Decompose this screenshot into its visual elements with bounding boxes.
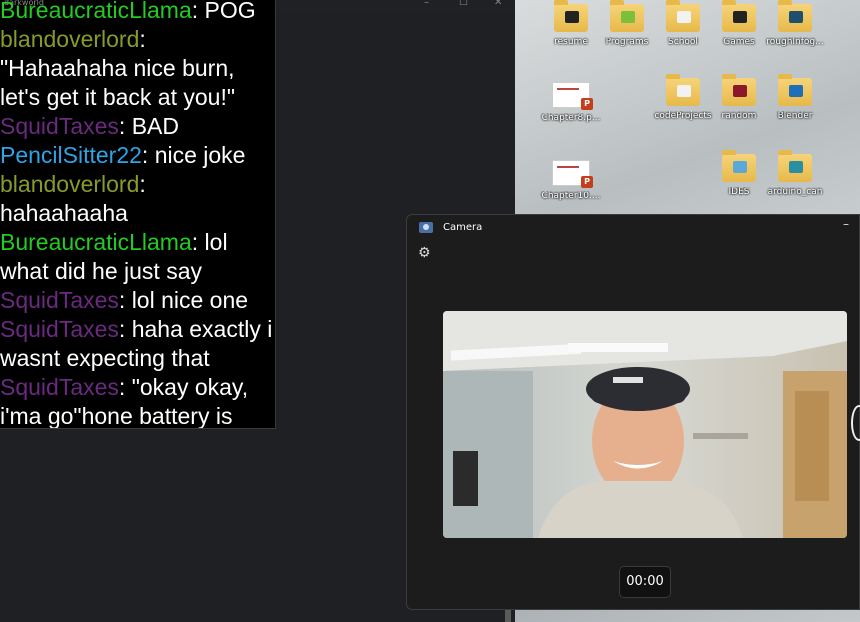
desktop-icon[interactable]: arduino_can <box>760 150 830 197</box>
folder-icon <box>722 0 756 32</box>
webcam-photo <box>443 311 847 538</box>
desktop-icon-label: Chapter10.... <box>541 191 601 201</box>
chat-message-list: BureaucraticLlama: POG blandoverlord: "Ha… <box>0 0 275 428</box>
chat-message: PencilSitter22: nice joke <box>0 141 275 170</box>
chat-text: : BAD <box>118 113 179 139</box>
camera-title: Camera <box>443 222 483 233</box>
folder-icon <box>666 74 700 106</box>
close-button[interactable]: ✕ <box>494 0 502 8</box>
folder-icon <box>666 0 700 32</box>
chat-message: SquidTaxes: BAD <box>0 112 275 141</box>
desktop-icon[interactable]: Chapter10.... <box>536 160 606 201</box>
chat-username: BureaucraticLlama <box>0 229 192 255</box>
folder-icon <box>610 0 644 32</box>
chat-message: SquidTaxes: haha exactly i wasnt expecti… <box>0 315 275 373</box>
chat-overlay: darkworld BureaucraticLlama: POG blandove… <box>0 0 276 429</box>
folder-icon <box>554 0 588 32</box>
chat-message: BureaucraticLlama: lol what did he just … <box>0 228 275 286</box>
chat-text: : nice joke <box>141 142 246 168</box>
desktop-icon[interactable]: Blender <box>760 74 830 121</box>
chat-message: SquidTaxes: lol nice one <box>0 286 275 315</box>
folder-icon <box>778 74 812 106</box>
chat-text: : POG <box>191 0 256 23</box>
minimize-button[interactable]: – <box>843 217 849 231</box>
minimize-button[interactable]: – <box>424 0 429 8</box>
chat-username: blandoverlord <box>0 171 140 197</box>
desktop-icon[interactable]: roughInfog... <box>760 0 830 47</box>
desktop-icon-label: Chapter8.p... <box>541 113 601 123</box>
maximize-button[interactable]: ☐ <box>459 0 468 8</box>
gear-icon[interactable]: ⚙ <box>418 245 434 261</box>
desktop-icon-label: arduino_can <box>767 187 823 197</box>
chat-message: blandoverlord: "Hahaahaha nice burn, let… <box>0 25 275 112</box>
chat-message: BureaucraticLlama: POG <box>0 0 275 25</box>
desktop-icon-label: Blender <box>777 111 813 121</box>
chat-message: blandoverlord: hahaahaaha <box>0 170 275 228</box>
chat-username: SquidTaxes <box>0 113 119 139</box>
folder-icon <box>778 150 812 182</box>
camera-app-icon <box>419 222 433 233</box>
folder-icon <box>778 0 812 32</box>
chat-message: SquidTaxes: "okay okay, i'ma go"hone bat… <box>0 373 275 428</box>
camera-titlebar: Camera – <box>407 215 859 241</box>
chat-username: PencilSitter22 <box>0 142 142 168</box>
capture-button[interactable] <box>851 405 860 441</box>
recording-timer: 00:00 <box>619 566 671 598</box>
presentation-file-icon <box>552 160 593 188</box>
chat-text: : lol nice one <box>118 287 249 313</box>
folder-icon <box>722 74 756 106</box>
chat-username: SquidTaxes <box>0 316 119 342</box>
chat-username: SquidTaxes <box>0 374 119 400</box>
camera-preview <box>443 311 847 538</box>
chat-username: blandoverlord <box>0 26 140 52</box>
presentation-file-icon <box>552 82 593 110</box>
camera-window: Camera – ⚙ 00:00 <box>406 214 860 610</box>
desktop-icon[interactable]: Chapter8.p... <box>536 82 606 123</box>
chat-username: SquidTaxes <box>0 287 119 313</box>
desktop-icon-label: roughInfog... <box>766 37 824 47</box>
chat-username: BureaucraticLlama <box>0 0 192 23</box>
folder-icon <box>722 150 756 182</box>
